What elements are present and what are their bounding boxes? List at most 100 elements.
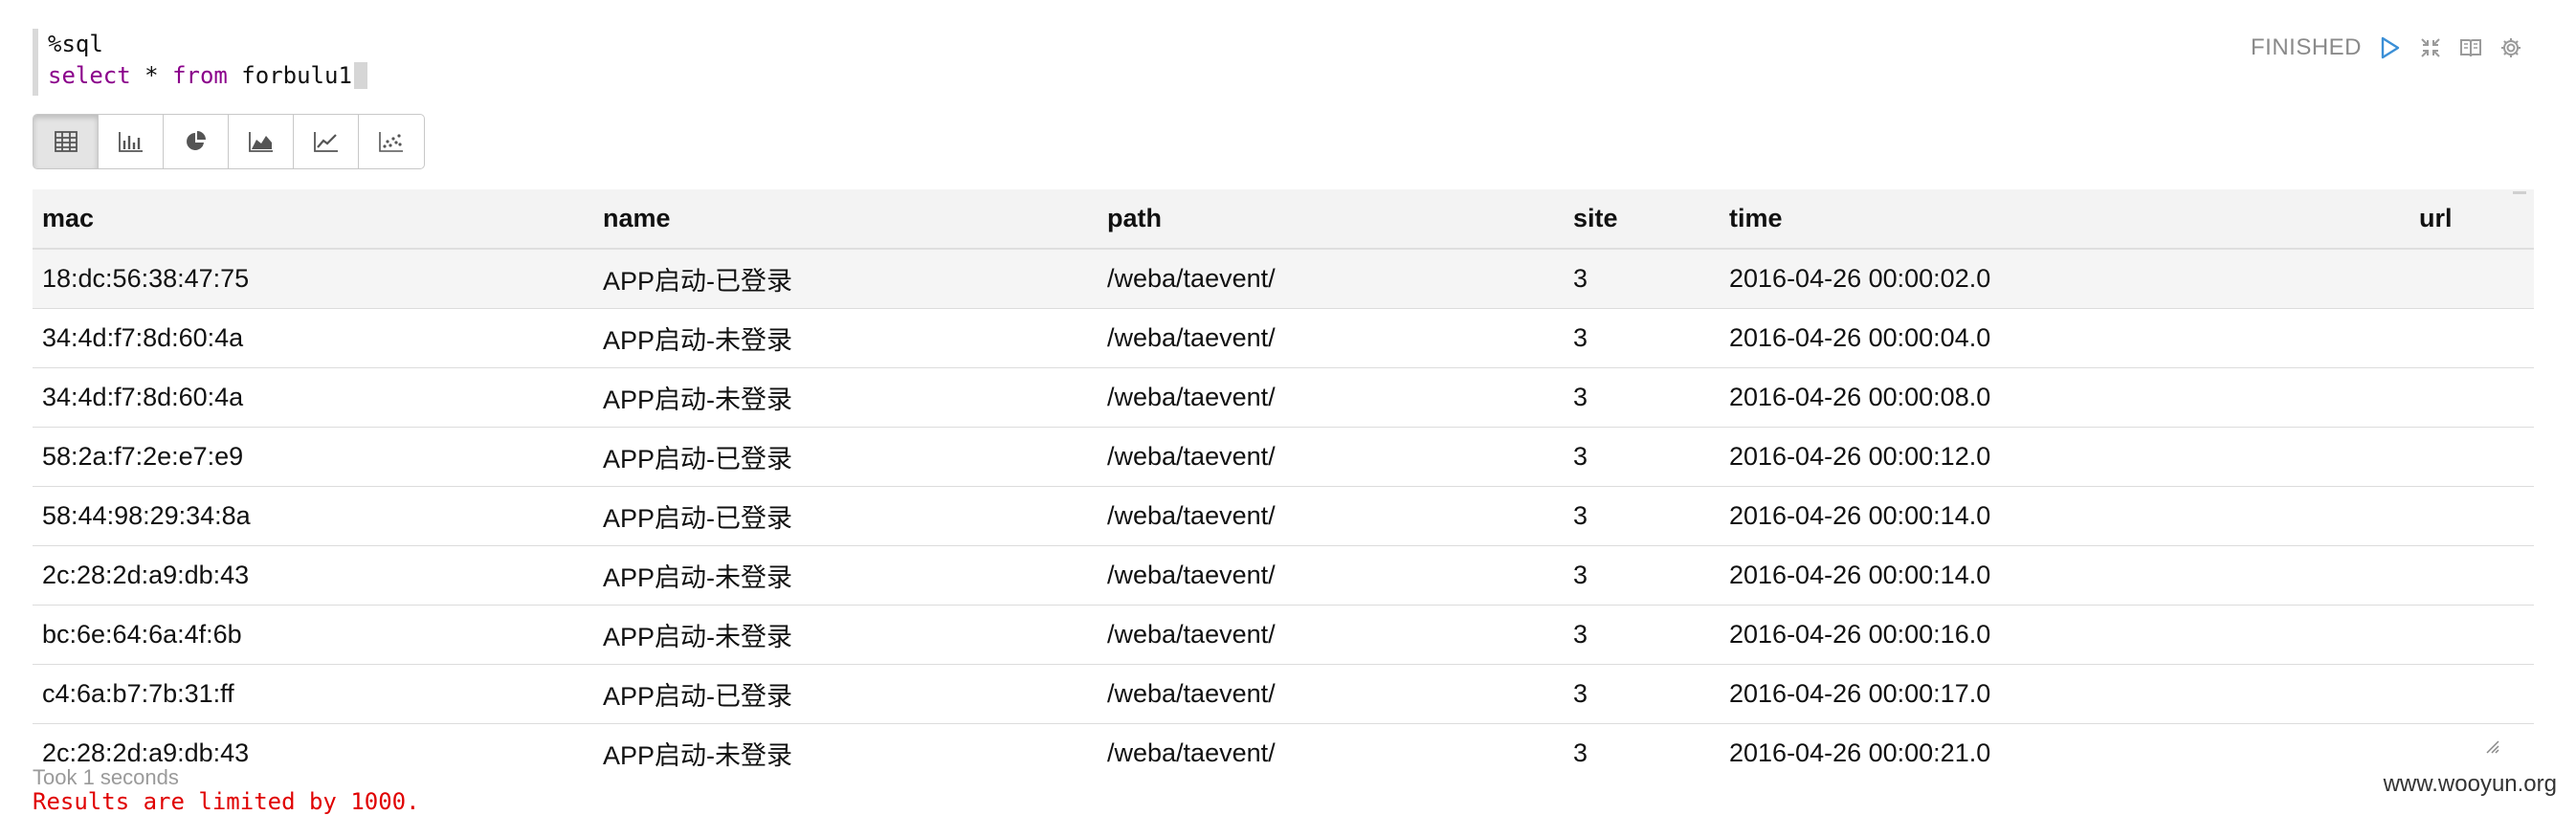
cell-path: /weba/taevent/ [1098,308,1564,368]
cell-path: /weba/taevent/ [1098,427,1564,487]
cell-mac: 58:44:98:29:34:8a [33,486,593,546]
cell-mac: 18:dc:56:38:47:75 [33,249,593,309]
cell-name: APP启动-未登录 [593,308,1098,368]
cell-site: 3 [1564,605,1720,665]
table-view-button[interactable] [33,115,99,168]
table-name: forbulu1 [227,62,352,89]
cell-site: 3 [1564,367,1720,428]
cell-url [2409,664,2534,724]
column-header-mac[interactable]: mac [33,189,593,250]
table-row: c4:6a:b7:7b:31:ff APP启动-已登录/weba/taevent/… [33,664,2534,724]
cell-url [2409,605,2534,665]
watermark-text: www.wooyun.org [2383,771,2557,797]
collapse-icon[interactable] [2419,36,2442,59]
bar-chart-icon [118,132,143,152]
cell-name: APP启动-已登录 [593,486,1098,546]
book-icon[interactable] [2459,36,2482,59]
text-cursor [353,62,367,89]
cell-site: 3 [1564,249,1720,309]
cell-url [2409,723,2534,769]
cell-time: 2016-04-26 00:00:02.0 [1720,249,2409,309]
cell-time: 2016-04-26 00:00:04.0 [1720,308,2409,368]
table-row: 58:44:98:29:34:8a APP启动-已登录/weba/taevent/… [33,486,2534,546]
cell-url [2409,308,2534,368]
execution-time: Took 1 seconds [33,765,179,789]
cell-site: 3 [1564,723,1720,769]
paragraph-status-bar: FINISHED [2251,34,2522,61]
cell-path: /weba/taevent/ [1098,723,1564,769]
table-header-row: mac name path site time url [33,189,2534,250]
column-header-url[interactable]: url [2409,189,2534,250]
cell-site: 3 [1564,486,1720,546]
cell-mac: 34:4d:f7:8d:60:4a [33,367,593,428]
result-limit-warning: Results are limited by 1000. [33,788,420,815]
cell-time: 2016-04-26 00:00:17.0 [1720,664,2409,724]
visualization-toolbar [33,114,425,169]
cell-name: APP启动-未登录 [593,605,1098,665]
cell-name: APP启动-未登录 [593,723,1098,769]
column-header-name[interactable]: name [593,189,1098,250]
table-row: 2c:28:2d:a9:db:43 APP启动-未登录/weba/taevent/… [33,545,2534,606]
cell-time: 2016-04-26 00:00:14.0 [1720,545,2409,606]
gear-icon[interactable] [2499,36,2522,59]
scatter-chart-icon [379,132,403,152]
results-table-container[interactable]: mac name path site time url 18:dc:56:38:47:75… [33,189,2534,769]
keyword-from: from [172,62,228,89]
cell-mac: 58:2a:f7:2e:e7:e9 [33,427,593,487]
table-row: 2c:28:2d:a9:db:43 APP启动-未登录/weba/taevent/… [33,723,2534,769]
editor-line-2: select * from forbulu1 [48,60,2536,92]
cell-url [2409,486,2534,546]
select-star: * [130,62,173,89]
table-row: 58:2a:f7:2e:e7:e9 APP启动-已登录/weba/taevent/… [33,427,2534,487]
cell-time: 2016-04-26 00:00:14.0 [1720,486,2409,546]
sql-editor[interactable]: %sql select * from forbulu1 [33,29,2536,96]
cell-mac: bc:6e:64:6a:4f:6b [33,605,593,665]
cell-path: /weba/taevent/ [1098,486,1564,546]
cell-path: /weba/taevent/ [1098,605,1564,665]
bar-chart-button[interactable] [99,115,164,168]
cell-time: 2016-04-26 00:00:21.0 [1720,723,2409,769]
pie-chart-icon [186,131,206,150]
column-header-site[interactable]: site [1564,189,1720,250]
cell-name: APP启动-已登录 [593,664,1098,724]
line-chart-icon [313,132,338,152]
cell-path: /weba/taevent/ [1098,367,1564,428]
table-row: bc:6e:64:6a:4f:6b APP启动-未登录/weba/taevent/… [33,605,2534,665]
cell-mac: c4:6a:b7:7b:31:ff [33,664,593,724]
cell-url [2409,545,2534,606]
cell-mac: 2c:28:2d:a9:db:43 [33,723,593,769]
column-header-time[interactable]: time [1720,189,2409,250]
cell-site: 3 [1564,545,1720,606]
cell-mac: 34:4d:f7:8d:60:4a [33,308,593,368]
table-icon [54,131,78,152]
cell-path: /weba/taevent/ [1098,664,1564,724]
scatter-chart-button[interactable] [359,115,424,168]
cell-name: APP启动-已登录 [593,427,1098,487]
cell-name: APP启动-未登录 [593,545,1098,606]
resize-handle-icon[interactable] [2484,738,2499,754]
play-icon[interactable] [2379,36,2402,59]
table-row: 34:4d:f7:8d:60:4a APP启动-未登录/weba/taevent/… [33,308,2534,368]
line-chart-button[interactable] [294,115,359,168]
table-body: 18:dc:56:38:47:75 APP启动-已登录/weba/taevent/… [33,249,2534,769]
area-chart-button[interactable] [229,115,294,168]
cell-site: 3 [1564,308,1720,368]
cell-path: /weba/taevent/ [1098,249,1564,309]
cell-time: 2016-04-26 00:00:12.0 [1720,427,2409,487]
keyword-select: select [48,62,131,89]
column-header-path[interactable]: path [1098,189,1564,250]
scrollbar-thumb[interactable] [2513,191,2526,194]
table-row: 18:dc:56:38:47:75 APP启动-已登录/weba/taevent/… [33,249,2534,309]
cell-mac: 2c:28:2d:a9:db:43 [33,545,593,606]
cell-url [2409,427,2534,487]
area-chart-icon [248,132,273,152]
interpreter-directive: %sql [48,31,103,57]
status-label: FINISHED [2250,34,2362,60]
cell-url [2409,249,2534,309]
pie-chart-button[interactable] [164,115,229,168]
cell-url [2409,367,2534,428]
cell-site: 3 [1564,664,1720,724]
cell-path: /weba/taevent/ [1098,545,1564,606]
table-row: 34:4d:f7:8d:60:4a APP启动-未登录/weba/taevent/… [33,367,2534,428]
cell-name: APP启动-已登录 [593,249,1098,309]
